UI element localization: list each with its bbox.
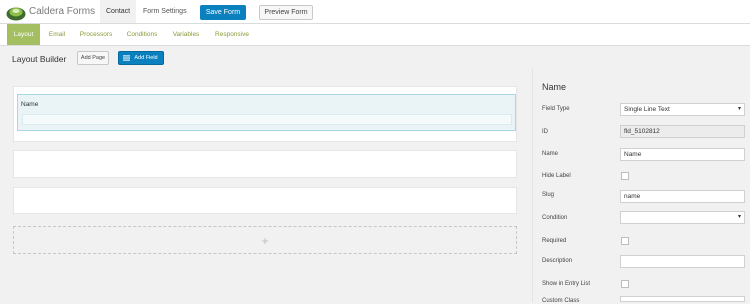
name-input[interactable]: Name (620, 148, 745, 161)
tab-email[interactable]: Email (44, 24, 70, 45)
field-type-value: Single Line Text (624, 106, 670, 113)
tab-variables[interactable]: Variables (169, 24, 203, 45)
required-label: Required (542, 238, 567, 244)
plus-icon: + (261, 234, 269, 248)
tab-processors[interactable]: Processors (76, 24, 116, 45)
brand-name: Caldera Forms (29, 6, 96, 17)
add-field-button[interactable]: Add Field (118, 51, 164, 65)
show-in-entry-list-checkbox[interactable] (621, 280, 629, 288)
condition-label: Condition (542, 215, 568, 221)
layout-row[interactable] (13, 150, 517, 178)
field-card-preview (22, 114, 512, 125)
show-in-entry-list-label: Show in Entry List (542, 281, 591, 287)
id-label: ID (542, 129, 548, 135)
builder-tab-bar: Layout Email Processors Conditions Varia… (0, 24, 750, 46)
add-field-label: Add Field (134, 55, 158, 61)
layout-row[interactable] (13, 187, 517, 214)
condition-select[interactable] (620, 211, 745, 224)
slug-label: Slug (542, 192, 555, 198)
tab-layout[interactable]: Layout (7, 24, 40, 45)
description-input[interactable] (620, 255, 745, 268)
add-page-button[interactable]: Add Page (77, 51, 109, 65)
add-row-dropzone[interactable]: + (13, 226, 517, 254)
tab-contact[interactable]: Contact (100, 0, 137, 23)
id-field: fld_5102812 (620, 125, 745, 138)
slug-input[interactable]: name (620, 190, 745, 203)
top-bar: Caldera Forms Contact Form Settings Save… (0, 0, 750, 24)
name-label: Name (542, 151, 559, 157)
field-type-select[interactable]: Single Line Text (620, 103, 745, 116)
save-form-button[interactable]: Save Form (200, 5, 246, 20)
hide-label-checkbox[interactable] (621, 172, 629, 180)
list-icon (123, 55, 130, 61)
hide-label-label: Hide Label (542, 173, 571, 179)
custom-class-label: Custom Class (542, 298, 580, 304)
field-type-label: Field Type (542, 106, 570, 112)
required-checkbox[interactable] (621, 237, 629, 245)
field-card-label: Name (21, 101, 39, 108)
tab-form-settings[interactable]: Form Settings (137, 0, 193, 23)
layout-builder-title: Layout Builder (12, 54, 67, 64)
custom-class-input[interactable] (620, 296, 745, 302)
tab-conditions[interactable]: Conditions (122, 24, 162, 45)
preview-form-button[interactable]: Preview Form (259, 5, 313, 20)
description-label: Description (542, 258, 573, 264)
tab-responsive[interactable]: Responsive (211, 24, 253, 45)
field-settings-title: Name (542, 82, 567, 92)
field-card-name[interactable]: Name (17, 94, 516, 131)
caldera-logo-icon (6, 7, 26, 21)
